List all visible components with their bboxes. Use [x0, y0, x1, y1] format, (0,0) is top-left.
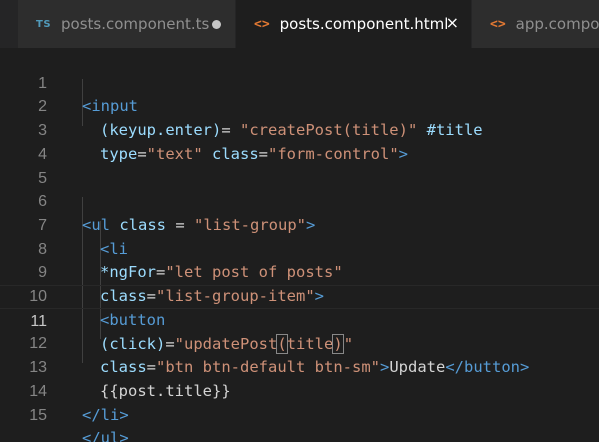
tab-label: posts.component.ts [61, 15, 210, 33]
tab-label: app.compone [515, 15, 599, 33]
typescript-file-icon: TS [36, 18, 52, 30]
code-line[interactable]: 4 [0, 119, 599, 163]
line-number: 15 [29, 406, 47, 424]
code-line[interactable]: 9 class="list-group-item"> [0, 238, 599, 305]
html-file-icon: <> [254, 16, 270, 32]
code-content: </ul> [82, 427, 129, 442]
code-editor-window: TS posts.component.ts <> posts.component… [0, 0, 599, 442]
editor-tab-bar: TS posts.component.ts <> posts.component… [0, 0, 599, 48]
tab-label: posts.component.html [279, 15, 449, 33]
html-file-icon: <> [490, 16, 506, 32]
code-line[interactable]: 5 [0, 143, 599, 187]
code-line[interactable]: 13 {{post.title}} [0, 332, 599, 400]
tag-close-bracket: > [119, 429, 129, 442]
tab-bar-spacer [0, 0, 18, 48]
tab-posts-component-ts[interactable]: TS posts.component.ts [18, 0, 236, 48]
code-line[interactable]: 10 <button [0, 261, 599, 329]
close-tab-icon[interactable]: × [446, 14, 459, 32]
tab-app-component[interactable]: <> app.compone [472, 0, 599, 48]
code-line[interactable]: 14 </li> [0, 356, 599, 424]
tag-open-bracket: </ [82, 429, 101, 442]
code-line[interactable]: 3 type="text" class="form-control"> [0, 95, 599, 163]
code-editor[interactable]: 1 <input 2 (keyup.enter)= "createPost(ti… [0, 48, 599, 442]
tag-open-bracket: </ [82, 405, 101, 424]
tag-name: ul [100, 429, 120, 442]
code-line[interactable]: 6 <ul class = "list-group"> [0, 167, 599, 234]
code-line-current[interactable]: 11 (click)="updatePost(title)" [0, 285, 599, 355]
unsaved-changes-dot-icon[interactable] [212, 20, 221, 29]
tag-name: li [100, 405, 120, 424]
code-line[interactable]: 1 <input [0, 48, 599, 116]
code-line[interactable]: 2 (keyup.enter)= "createPost(title)" #ti… [0, 72, 599, 139]
code-line[interactable]: 15 </ul> [0, 380, 599, 442]
code-line[interactable]: 8 *ngFor="let post of posts" [0, 214, 599, 282]
code-content: </li> [82, 404, 129, 428]
code-line[interactable]: 7 <li [0, 190, 599, 258]
code-line[interactable]: 12 class="btn btn-default btn-sm">Update… [0, 309, 599, 376]
tab-posts-component-html[interactable]: <> posts.component.html × [236, 0, 472, 48]
tag-close-bracket: > [119, 405, 129, 424]
